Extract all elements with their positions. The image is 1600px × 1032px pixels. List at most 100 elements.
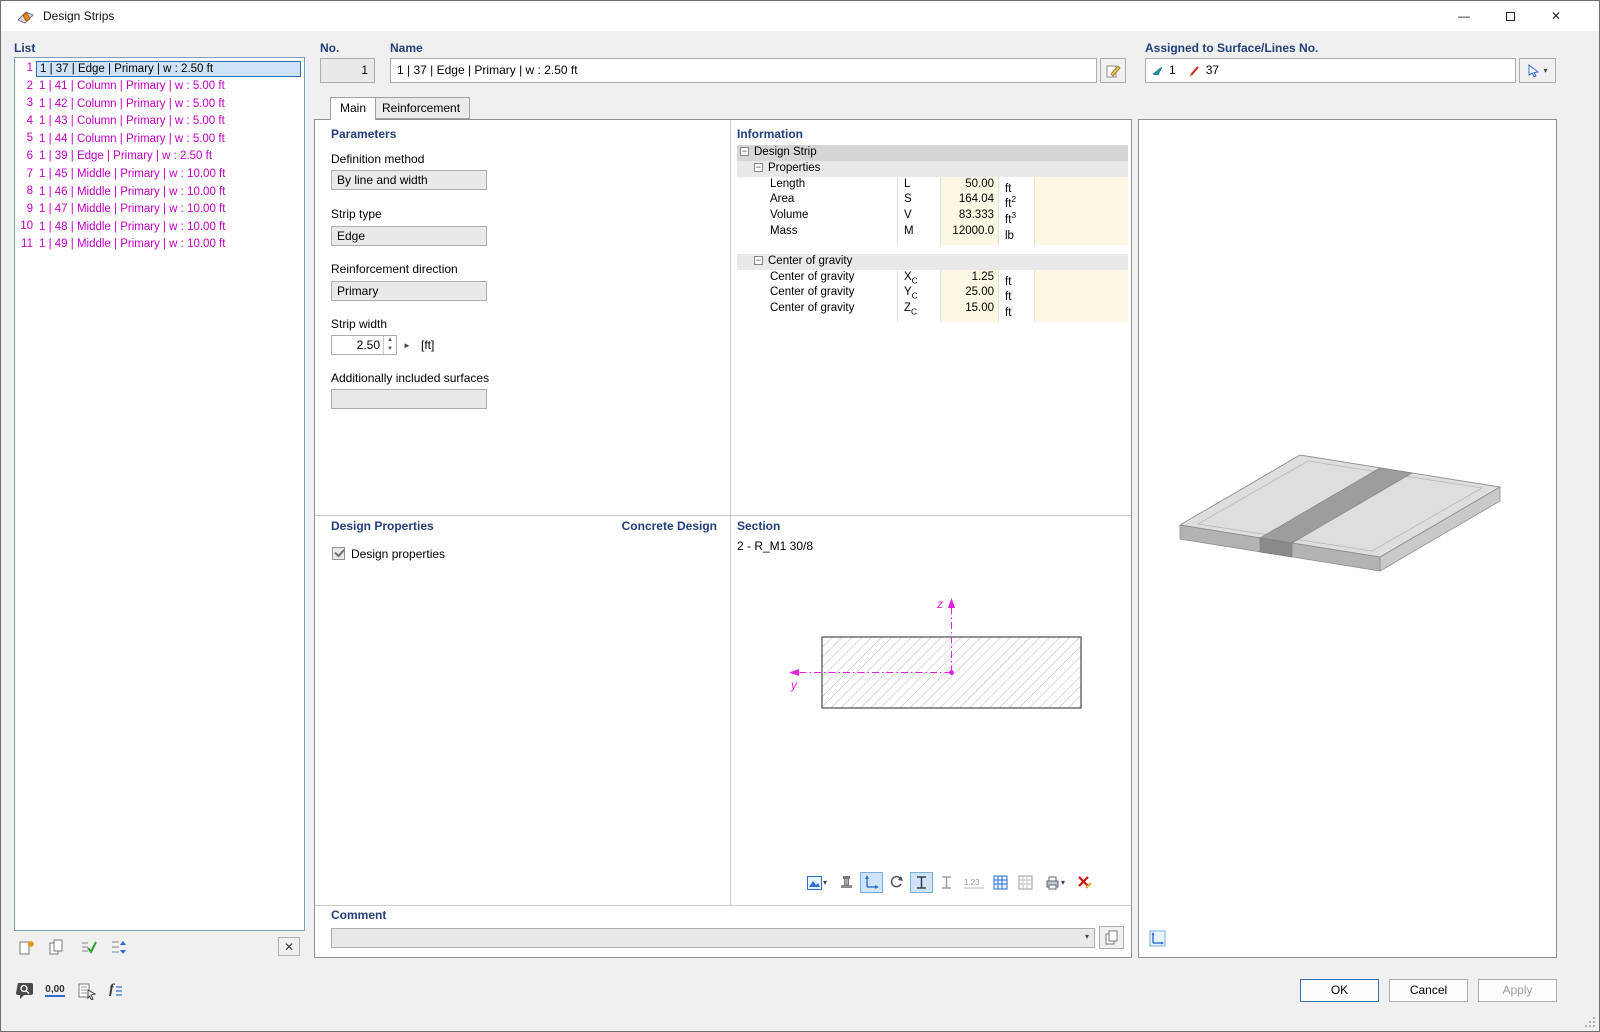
collapse-icon[interactable]: −: [754, 256, 763, 265]
close-button[interactable]: ✕: [1533, 1, 1579, 31]
list-item[interactable]: 71 | 45 | Middle | Primary | w : 10.00 f…: [15, 166, 304, 184]
dimensions-values-toggle[interactable]: 1.23: [960, 872, 987, 893]
list-item-label: 1 | 48 | Middle | Primary | w : 10.00 ft: [36, 219, 301, 236]
additional-surfaces-field[interactable]: [331, 389, 487, 409]
spin-up-icon[interactable]: ▲: [384, 336, 396, 345]
collapse-icon[interactable]: −: [754, 163, 763, 172]
section-heading: Section: [737, 519, 780, 533]
new-item-icon: [18, 939, 35, 956]
list-item[interactable]: 51 | 44 | Column | Primary | w : 5.00 ft: [15, 130, 304, 148]
list-item[interactable]: 21 | 41 | Column | Primary | w : 5.00 ft: [15, 78, 304, 96]
svg-text:1.23: 1.23: [964, 878, 980, 887]
list-item[interactable]: 31 | 42 | Column | Primary | w : 5.00 ft: [15, 95, 304, 113]
list-item[interactable]: 11 | 37 | Edge | Primary | w : 2.50 ft: [15, 60, 304, 78]
copy-comment-button[interactable]: [1099, 926, 1124, 949]
y-axis-label: y: [790, 678, 798, 692]
info-data-row: Volume V 83.333 ft3: [737, 208, 1128, 224]
list-item[interactable]: 91 | 47 | Middle | Primary | w : 10.00 f…: [15, 201, 304, 219]
tab-reinforcement-label: Reinforcement: [382, 101, 460, 115]
delete-strip-button[interactable]: ✕: [278, 937, 300, 956]
formula-icon: f: [109, 982, 114, 998]
check-strips-button[interactable]: [76, 937, 100, 958]
remove-view-button[interactable]: [1073, 872, 1096, 893]
spin-down-icon[interactable]: ▼: [384, 345, 396, 354]
name-field[interactable]: 1 | 37 | Edge | Primary | w : 2.50 ft: [390, 58, 1097, 83]
section-name: 2 - R_M1 30/8: [737, 539, 813, 553]
find-comment-button[interactable]: [12, 977, 38, 1003]
dimension-vertical-toggle[interactable]: [910, 872, 933, 893]
info-rest: [1034, 224, 1128, 245]
comment-input[interactable]: ▾: [331, 928, 1095, 948]
side-arrow-icon: ►: [403, 341, 411, 350]
list-item[interactable]: 111 | 49 | Middle | Primary | w : 10.00 …: [15, 236, 304, 254]
reinforcement-direction-field[interactable]: Primary: [331, 281, 487, 301]
window-title: Design Strips: [43, 9, 114, 23]
renumber-strips-button[interactable]: [106, 937, 130, 958]
formula-button[interactable]: f: [103, 977, 129, 1003]
no-field: 1: [320, 58, 375, 83]
info-data-row: Length L 50.00 ft: [737, 177, 1128, 193]
assigned-surface-value: 1: [1169, 59, 1176, 82]
cancel-button[interactable]: Cancel: [1389, 979, 1468, 1002]
info-unit: ft: [998, 301, 1034, 322]
info-root-row[interactable]: −Design Strip: [737, 145, 1128, 161]
new-strip-button[interactable]: [14, 937, 38, 958]
apply-label: Apply: [1502, 983, 1532, 997]
ok-button[interactable]: OK: [1300, 979, 1379, 1002]
definition-method-field[interactable]: By line and width: [331, 170, 487, 190]
list-item[interactable]: 101 | 48 | Middle | Primary | w : 10.00 …: [15, 218, 304, 236]
comment-value: [332, 931, 337, 945]
list-item[interactable]: 41 | 43 | Column | Primary | w : 5.00 ft: [15, 113, 304, 131]
no-value: 1: [361, 63, 368, 77]
units-settings-button[interactable]: 0,00: [42, 977, 68, 1003]
view-image-button[interactable]: ▾: [801, 872, 833, 893]
print-button[interactable]: ▾: [1039, 872, 1071, 893]
strip-width-stepper[interactable]: ▲ ▼: [383, 336, 396, 354]
edit-name-button[interactable]: [1100, 58, 1126, 83]
list-item[interactable]: 61 | 39 | Edge | Primary | w : 2.50 ft: [15, 148, 304, 166]
info-symbol: M: [897, 224, 940, 245]
select-assigned-button[interactable]: ▾: [1519, 58, 1556, 83]
assigned-field[interactable]: 1 37: [1145, 58, 1516, 83]
stamp-button[interactable]: [835, 872, 858, 893]
collapse-icon[interactable]: −: [740, 147, 749, 156]
select-list-icon: [77, 981, 96, 1000]
line-icon: [1189, 65, 1201, 77]
copy-icon: [1104, 930, 1119, 945]
definition-method-label: Definition method: [331, 152, 424, 166]
info-group-row[interactable]: −Properties: [737, 161, 1128, 177]
strip-width-flyout-button[interactable]: ►: [400, 335, 414, 355]
minimize-button[interactable]: —: [1441, 1, 1487, 31]
dimension-horizontal-toggle[interactable]: [935, 872, 958, 893]
maximize-button[interactable]: [1487, 1, 1533, 31]
strip-type-field[interactable]: Edge: [331, 226, 487, 246]
strip-width-input[interactable]: 2.50 ▲ ▼: [331, 335, 397, 355]
grid-toggle-button[interactable]: [1014, 872, 1037, 893]
delete-icon: ✕: [284, 940, 294, 954]
result-table-button[interactable]: [989, 872, 1012, 893]
comment-search-icon: [16, 981, 35, 1000]
design-strip-list[interactable]: 11 | 37 | Edge | Primary | w : 2.50 ft 2…: [14, 57, 305, 931]
apply-button[interactable]: Apply: [1478, 979, 1557, 1002]
design-properties-checkbox[interactable]: [332, 547, 345, 560]
view-axes-button[interactable]: [1145, 927, 1169, 949]
strip-width-value: 2.50: [332, 336, 383, 354]
copy-strip-button[interactable]: [44, 937, 68, 958]
no-heading: No.: [320, 41, 339, 55]
resize-grip[interactable]: [1584, 1016, 1596, 1028]
strip-width-label: Strip width: [331, 317, 387, 331]
section-toolbar: ▾ 1.23 ▾: [801, 872, 1096, 893]
list-item-number: 10: [15, 218, 33, 236]
tab-reinforcement[interactable]: Reinforcement: [372, 97, 470, 119]
z-axis-arrow: [948, 598, 955, 608]
axes-toggle-button[interactable]: [860, 872, 883, 893]
info-group-row[interactable]: −Center of gravity: [737, 254, 1128, 270]
info-data-row: Center of gravity ZC 15.00 ft: [737, 301, 1128, 317]
rotation-toggle-button[interactable]: [885, 872, 908, 893]
list-item[interactable]: 81 | 46 | Middle | Primary | w : 10.00 f…: [15, 183, 304, 201]
chevron-down-icon[interactable]: ▾: [1085, 932, 1089, 941]
list-item-number: 11: [15, 236, 33, 254]
slab-3d-view[interactable]: [1150, 425, 1550, 595]
tab-main[interactable]: Main: [330, 97, 376, 120]
select-via-list-button[interactable]: [73, 977, 99, 1003]
